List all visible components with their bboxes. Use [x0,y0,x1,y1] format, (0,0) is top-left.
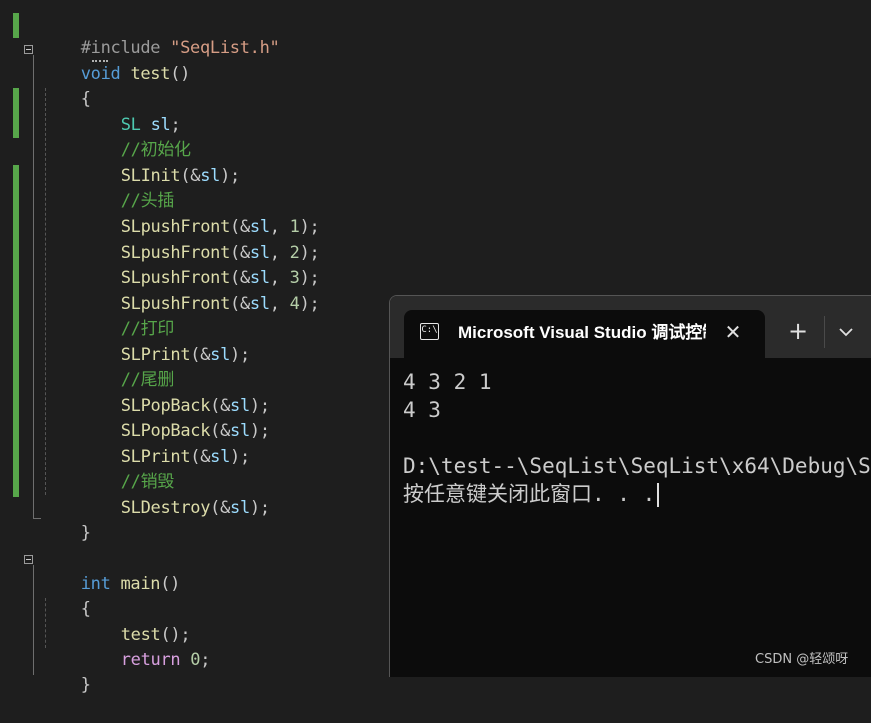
brace: } [80,675,91,695]
code-line[interactable]: SLInit(&sl); [81,139,241,186]
code-line[interactable]: //初始化 [81,113,191,160]
code-line[interactable]: //尾删 [81,343,175,390]
code-line[interactable]: //头插 [81,164,175,211]
function-call: SLDestroy [120,498,211,518]
watermark: CSDN @轻颂呀 [755,652,849,667]
terminal-tab-bar: C:\ Microsoft Visual Studio 调试控制台 ✕ + [390,296,871,358]
brace: } [80,523,91,543]
punctuation: ); [220,166,240,186]
code-line[interactable]: SLpushFront(&sl, 2); [81,216,320,263]
punctuation: (& [180,166,201,186]
fold-toggle-main[interactable] [24,555,33,564]
punctuation: ; [200,650,211,670]
code-line[interactable]: SLpushFront(&sl, 4); [81,267,320,314]
punctuation: () [170,64,191,84]
fold-line [33,565,34,675]
punctuation: ); [230,345,250,365]
punctuation: (& [190,447,211,467]
punctuation: (& [190,345,211,365]
code-line[interactable]: } [41,496,91,543]
punctuation: () [160,574,181,594]
change-indicator [13,165,19,497]
output-line: 4 3 2 1 [403,370,492,394]
output-line: 4 3 [403,398,441,422]
fold-toggle-test[interactable] [24,45,33,54]
number-literal: 0 [190,650,201,670]
code-line[interactable]: SLpushFront(&sl, 3); [81,241,320,288]
punctuation: ); [230,447,250,467]
terminal-output[interactable]: 4 3 2 1 4 3 D:\test--\SeqList\SeqList\x6… [403,368,871,508]
close-icon[interactable]: ✕ [720,319,746,345]
code-line[interactable]: //打印 [81,292,175,339]
suggestion-dots-icon[interactable] [92,57,108,62]
output-line-prompt: 按任意键关闭此窗口. . . [403,480,871,508]
chevron-down-icon[interactable] [834,320,858,344]
code-line[interactable]: SLPrint(&sl); [81,420,250,467]
code-line[interactable]: SLPrint(&sl); [81,318,250,365]
variable: sl [210,345,231,365]
punctuation: ); [249,498,270,518]
number-literal: 4 [289,294,300,314]
debug-console-window[interactable]: C:\ Microsoft Visual Studio 调试控制台 ✕ + 4 … [389,295,871,677]
code-line[interactable]: //销毁 [81,445,175,492]
code-line[interactable]: SLpushFront(&sl, 1); [81,190,320,237]
code-line[interactable]: { [41,572,91,619]
variable: sl [230,498,250,518]
code-line[interactable]: SLPopBack(&sl); [81,394,270,441]
terminal-tab[interactable]: C:\ Microsoft Visual Studio 调试控制台 ✕ [404,310,765,358]
change-indicator [13,88,19,138]
punctuation: ); [249,421,270,441]
function-name: test [130,64,171,84]
keyword: return [120,650,181,670]
code-line[interactable]: test(); [81,598,191,645]
variable: sl [249,294,270,314]
new-tab-button[interactable]: + [784,318,812,346]
code-line[interactable]: void test() [41,37,191,84]
punctuation: (& [230,294,250,314]
tab-separator [824,316,825,348]
variable: sl [200,166,221,186]
punctuation: (& [210,498,231,518]
fold-line [33,55,34,519]
output-line: D:\test--\SeqList\SeqList\x64\Debug\SeqL… [403,454,871,478]
code-line[interactable]: SL sl; [81,88,181,135]
code-line[interactable]: return 0; [81,623,211,670]
punctuation: ); [299,294,320,314]
tab-title: Microsoft Visual Studio 调试控制台 [458,323,706,342]
terminal-icon: C:\ [420,323,439,340]
code-line[interactable]: #include "SeqList.h" [41,11,280,58]
code-line[interactable]: SLDestroy(&sl); [81,471,270,518]
change-indicator [13,13,19,38]
indent-guide [45,88,46,495]
code-line[interactable]: { [41,62,91,109]
code-line[interactable]: SLPopBack(&sl); [81,369,270,416]
code-line[interactable]: } [41,648,91,695]
prompt-text: 按任意键关闭此窗口. . . [403,482,656,506]
punctuation: , [269,294,290,314]
code-line[interactable]: int main() [41,547,181,594]
fold-end [33,518,41,519]
text-cursor [657,483,660,507]
variable: sl [210,447,231,467]
function-name: main [120,574,161,594]
